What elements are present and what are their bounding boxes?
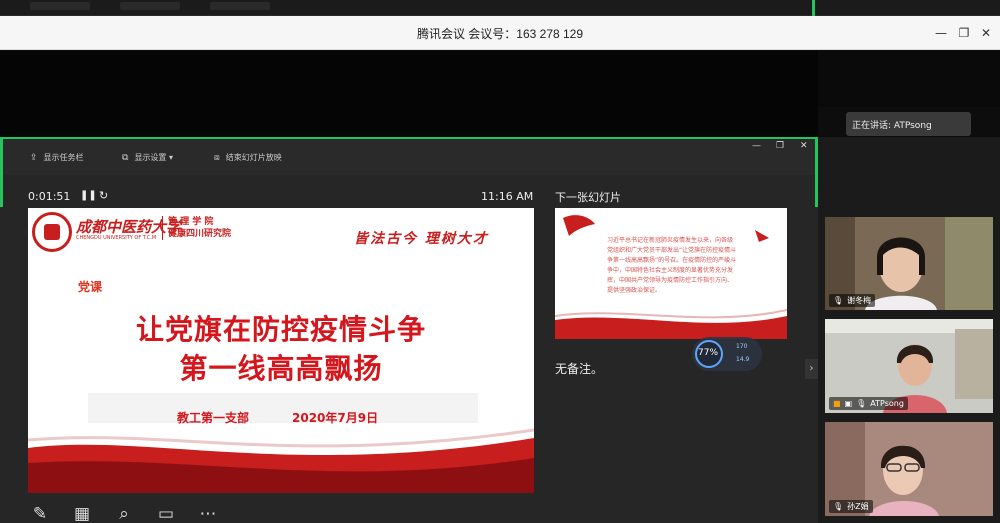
slide-motto: 皆法古今 理树大才	[354, 231, 489, 247]
pause-icon[interactable]: ❚❚	[80, 190, 97, 201]
end-show-icon: ⧈	[214, 152, 220, 163]
speaking-indicator: 正在讲话: ATPsong	[846, 112, 971, 136]
network-status-badge: 77% 170 14.9	[692, 337, 762, 371]
current-slide[interactable]: 成都中医药大学 CHENGDU UNIVERSITY OF T.C.M 管 理 …	[28, 208, 534, 493]
display-icon: ⧉	[122, 152, 129, 163]
show-taskbar-label: 显示任务栏	[43, 153, 84, 162]
institute-line1: 管 理 学 院	[168, 217, 214, 227]
zoom-icon[interactable]: ⌕	[112, 504, 136, 523]
minimize-icon[interactable]: —	[933, 25, 949, 41]
presenter-toolbar: ⇪ 显示任务栏 ⧉ 显示设置 ▾ ⧈ 结束幻灯片放映 — ❐ ✕	[0, 137, 818, 175]
university-name-en: CHENGDU UNIVERSITY OF T.C.M	[76, 235, 157, 241]
current-time: 11:16 AM	[481, 190, 534, 203]
more-options-icon[interactable]: ⋯	[196, 504, 220, 523]
end-show-label: 结束幻灯片放映	[225, 153, 282, 162]
mic-icon: 🎙	[833, 502, 844, 511]
subtitles-icon[interactable]: ▭	[154, 504, 178, 523]
presenter-restore-icon[interactable]: ❐	[776, 141, 784, 151]
ghost-item	[30, 2, 90, 10]
institute-name: 管 理 学 院 健康四川研究院	[162, 216, 231, 240]
screen: 腾讯会议 会议号：163 278 129 — ❐ ✕ 正在讲话: ATPsong…	[0, 0, 1000, 523]
presenter-tools: ✎ ▦ ⌕ ▭ ⋯	[28, 504, 220, 523]
taskbar-icon: ⇪	[30, 152, 38, 163]
participant-name-tag: ■ ▣ 🎙 ATPsong	[829, 397, 908, 410]
speaker-notes: 无备注。	[555, 362, 604, 376]
next-slide-preview[interactable]: 习近平总书记在新冠肺炎疫情发生以来，向各级党组织和广大党员干部发出“让党旗在防控…	[555, 208, 787, 339]
end-show-button[interactable]: ⧈ 结束幻灯片放映	[214, 152, 282, 163]
show-taskbar-button[interactable]: ⇪ 显示任务栏	[30, 152, 84, 163]
network-percent: 77%	[698, 348, 719, 358]
elapsed-timer: 0:01:51	[28, 190, 71, 203]
network-down: 14.9	[736, 356, 750, 363]
participant-video-1[interactable]: 🎙 谢冬梅	[825, 217, 993, 310]
presenter-close-icon[interactable]: ✕	[800, 141, 808, 151]
ghost-item	[210, 2, 270, 10]
participant-name: ATPsong	[870, 399, 904, 408]
display-settings-label: 显示设置 ▾	[134, 153, 173, 162]
participant-video-3[interactable]: 🎙 孙Z娟	[825, 422, 993, 516]
ghost-item	[120, 2, 180, 10]
institute-line2: 健康四川研究院	[168, 229, 232, 239]
participant-name: 孙Z娟	[847, 502, 869, 511]
share-border-right	[815, 137, 818, 207]
next-slide-label: 下一张幻灯片	[555, 191, 621, 204]
all-slides-icon[interactable]: ▦	[70, 504, 94, 523]
participant-video-2[interactable]: ■ ▣ 🎙 ATPsong	[825, 319, 993, 413]
close-icon[interactable]: ✕	[978, 25, 994, 41]
participant-name-tag: 🎙 谢冬梅	[829, 294, 876, 307]
reset-timer-icon[interactable]: ↻	[99, 189, 108, 202]
slide-headline-line2: 第一线高高飘扬	[179, 352, 383, 385]
screen-share-icon: ▣	[844, 399, 853, 408]
shared-screen-empty-area	[0, 51, 818, 137]
network-up: 170	[736, 343, 748, 350]
right-panel-top	[818, 51, 1000, 107]
university-seal-icon	[32, 212, 72, 252]
slide-tag: 党课	[78, 280, 103, 294]
pen-icon[interactable]: ✎	[28, 504, 52, 523]
share-border-marker	[812, 0, 815, 16]
slide-headline-line1: 让党旗在防控疫情斗争	[135, 313, 426, 346]
participant-name: 谢冬梅	[847, 296, 872, 305]
title-bar: 腾讯会议 会议号：163 278 129 — ❐ ✕	[0, 16, 1000, 50]
display-settings-button[interactable]: ⧉ 显示设置 ▾	[122, 152, 173, 163]
restore-icon[interactable]: ❐	[956, 25, 972, 41]
presenter-minimize-icon[interactable]: —	[752, 141, 761, 151]
collapse-panel-icon[interactable]: ›	[805, 359, 818, 379]
mic-icon: 🎙	[833, 296, 844, 305]
slide-date: 2020年7月9日	[292, 411, 379, 425]
participant-name-tag: 🎙 孙Z娟	[829, 500, 873, 513]
share-border-left	[0, 137, 3, 207]
speaking-label: 正在讲话: ATPsong	[852, 121, 932, 131]
slide-branch: 教工第一支部	[177, 411, 250, 425]
meeting-title: 腾讯会议 会议号：163 278 129	[416, 27, 584, 41]
next-slide-text: 习近平总书记在新冠肺炎疫情发生以来，向各级党组织和广大党员干部发出“让党旗在防控…	[607, 237, 737, 294]
host-icon: ■	[833, 399, 841, 408]
background-window-strip	[0, 0, 1000, 16]
presenter-view: ⇪ 显示任务栏 ⧉ 显示设置 ▾ ⧈ 结束幻灯片放映 — ❐ ✕ 0:01:51…	[0, 137, 818, 523]
mic-icon: 🎙	[856, 399, 867, 408]
